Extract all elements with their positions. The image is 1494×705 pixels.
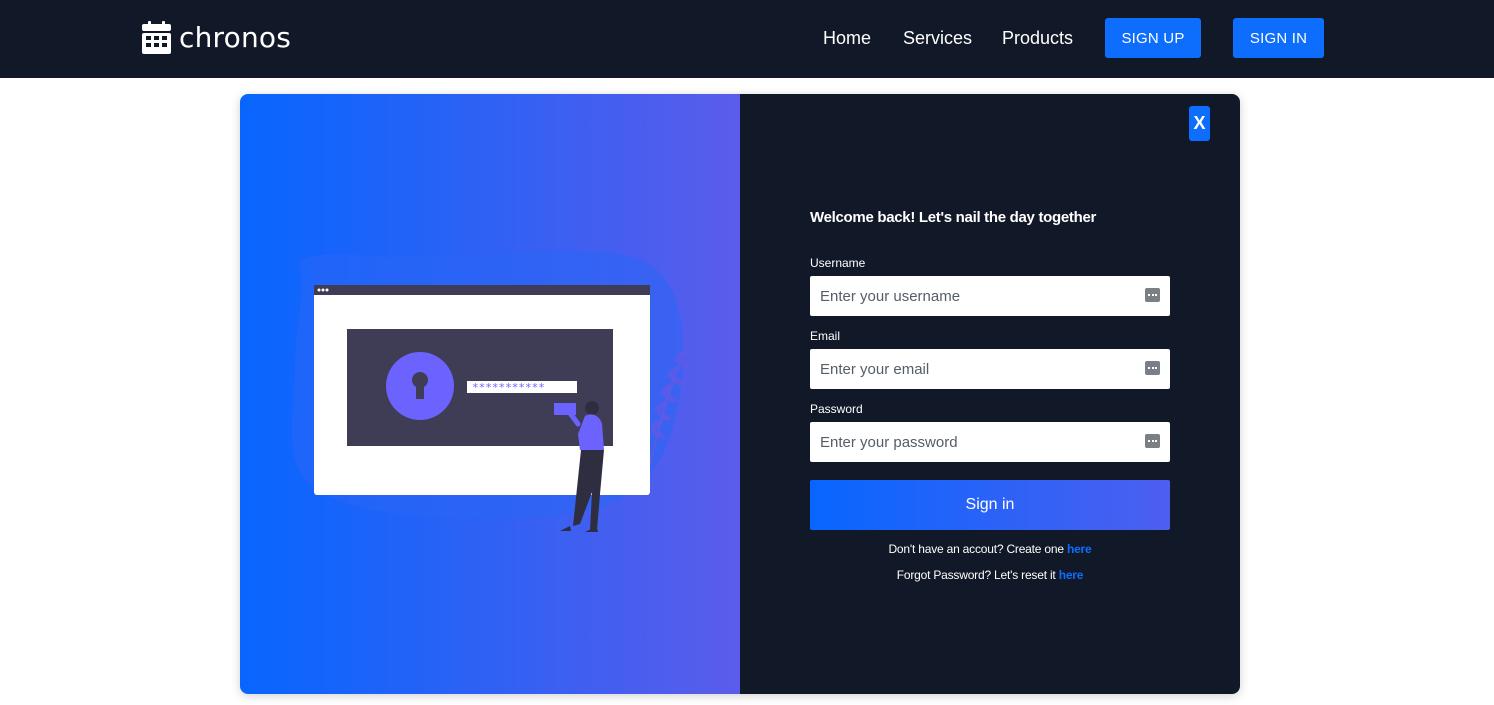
password-input[interactable]	[810, 422, 1130, 462]
username-field-wrapper	[810, 276, 1170, 316]
signin-nav-button[interactable]: SIGN IN	[1233, 18, 1324, 58]
password-field-wrapper	[810, 422, 1170, 462]
forgot-password-link[interactable]: here	[1059, 568, 1084, 582]
email-input[interactable]	[810, 349, 1130, 389]
top-navbar: chronos Home Services Products SIGN UP S…	[0, 0, 1494, 78]
username-label: Username	[810, 256, 866, 270]
password-label: Password	[810, 402, 863, 416]
create-account-text: Don't have an accout? Create one here	[810, 542, 1170, 556]
modal-content: X Welcome back! Let's nail the day toget…	[240, 94, 1240, 694]
nav-link-products[interactable]: Products	[1002, 27, 1073, 49]
create-account-link[interactable]: here	[1067, 542, 1092, 556]
calendar-icon	[142, 21, 171, 55]
signup-button[interactable]: SIGN UP	[1105, 18, 1201, 58]
brand-name: chronos	[179, 21, 292, 54]
email-field-wrapper	[810, 349, 1170, 389]
close-button[interactable]: X	[1189, 106, 1210, 141]
nav-link-services[interactable]: Services	[903, 27, 972, 49]
welcome-heading: Welcome back! Let's nail the day togethe…	[810, 209, 1097, 226]
password-manager-icon[interactable]	[1145, 434, 1160, 448]
forgot-password-text: Forgot Password? Let's reset it here	[810, 568, 1170, 582]
email-label: Email	[810, 329, 841, 343]
create-account-prompt: Don't have an accout? Create one	[888, 542, 1067, 556]
forgot-password-prompt: Forgot Password? Let's reset it	[896, 568, 1059, 582]
brand-logo[interactable]: chronos	[142, 20, 291, 56]
password-manager-icon[interactable]	[1145, 288, 1160, 302]
username-input[interactable]	[810, 276, 1130, 316]
signin-submit-button[interactable]: Sign in	[810, 480, 1170, 530]
password-manager-icon[interactable]	[1145, 361, 1160, 375]
nav-link-home[interactable]: Home	[823, 27, 871, 49]
